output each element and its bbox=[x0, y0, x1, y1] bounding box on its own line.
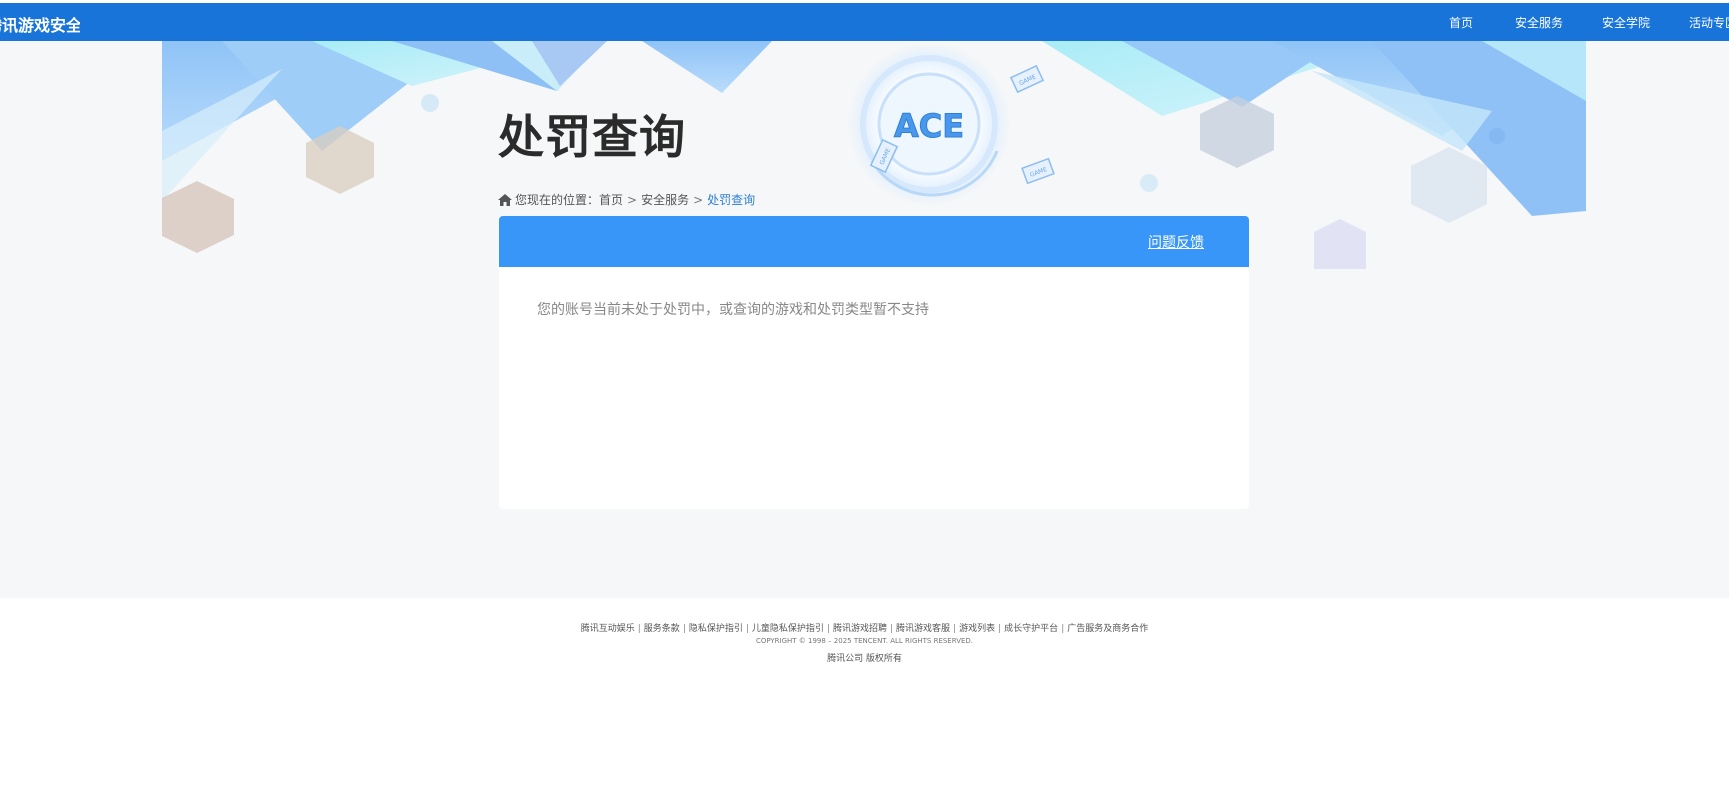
nav-item-security-academy[interactable]: 安全学院 bbox=[1602, 14, 1650, 31]
nav-item-events-clip: 活动专区 bbox=[1680, 3, 1729, 41]
footer-owner: 腾讯公司 版权所有 bbox=[827, 654, 902, 664]
nav-item-security-services[interactable]: 安全服务 bbox=[1515, 14, 1563, 31]
nav-item-home[interactable]: 首页 bbox=[1449, 14, 1473, 31]
footer-link-terms[interactable]: 服务条款 bbox=[644, 624, 680, 634]
hex-avatar-right-a bbox=[1200, 96, 1274, 168]
footer-divider: | bbox=[637, 624, 641, 634]
footer-link-child-privacy[interactable]: 儿童隐私保护指引 bbox=[752, 624, 824, 634]
left-triangle-g bbox=[642, 41, 772, 93]
result-panel-header: 问题反馈 bbox=[499, 216, 1249, 267]
footer-link-privacy[interactable]: 隐私保护指引 bbox=[689, 624, 743, 634]
ace-logo-text: ACE bbox=[894, 107, 964, 145]
hex-avatar-left-b bbox=[162, 181, 234, 253]
footer-copyright: COPYRIGHT © 1998 – 2025 TENCENT. ALL RIG… bbox=[755, 637, 974, 645]
game-badge-right: GAME bbox=[1021, 157, 1055, 185]
breadcrumb-home[interactable]: 首页 bbox=[599, 191, 623, 208]
footer-link-customer-service[interactable]: 腾讯游戏客服 bbox=[896, 624, 950, 634]
hero-dot bbox=[421, 94, 439, 112]
hex-avatar-right-c bbox=[1314, 219, 1366, 269]
breadcrumb-security-services[interactable]: 安全服务 bbox=[641, 191, 689, 208]
game-badge-top: GAME bbox=[1009, 64, 1045, 94]
footer-divider: | bbox=[953, 624, 957, 634]
brand-logo[interactable]: 腾讯游戏安全 bbox=[0, 3, 80, 41]
top-nav-bar: 腾讯游戏安全 首页 安全服务 安全学院 活动专区 bbox=[0, 3, 1729, 41]
footer-link-careers[interactable]: 腾讯游戏招聘 bbox=[833, 624, 887, 634]
footer-links: 腾讯互动娱乐 | 服务条款 | 隐私保护指引 | 儿童隐私保护指引 | 腾讯游戏招聘 | 腾讯游戏客… bbox=[0, 621, 1729, 634]
hex-avatar-right-b bbox=[1411, 147, 1487, 223]
breadcrumb-separator: > bbox=[693, 192, 704, 207]
footer-link-ads-business[interactable]: 广告服务及商务合作 bbox=[1067, 624, 1148, 634]
footer-link-growth-guard[interactable]: 成长守护平台 bbox=[1004, 624, 1058, 634]
footer-divider: | bbox=[890, 624, 894, 634]
nav-item-events[interactable]: 活动专区 bbox=[1689, 14, 1729, 31]
footer-divider: | bbox=[682, 624, 686, 634]
footer-link-game-list[interactable]: 游戏列表 bbox=[959, 624, 995, 634]
feedback-link[interactable]: 问题反馈 bbox=[1148, 232, 1204, 252]
result-panel: 问题反馈 您的账号当前未处于处罚中，或查询的游戏和处罚类型暂不支持 bbox=[499, 216, 1249, 509]
footer-divider: | bbox=[998, 624, 1002, 634]
result-message: 您的账号当前未处于处罚中，或查询的游戏和处罚类型暂不支持 bbox=[537, 302, 929, 318]
breadcrumb: 您现在的位置： 首页 > 安全服务 > 处罚查询 bbox=[498, 191, 755, 208]
footer-divider: | bbox=[826, 624, 830, 634]
hero-dot bbox=[1140, 174, 1158, 192]
hero-dot bbox=[1489, 128, 1505, 144]
footer-divider: | bbox=[1061, 624, 1065, 634]
home-icon bbox=[498, 193, 512, 206]
breadcrumb-prefix: 您现在的位置： bbox=[515, 193, 600, 207]
breadcrumb-current: 处罚查询 bbox=[707, 193, 756, 207]
main-stage: ACE GAME GAME GAME 处罚查询 您现在的位置： 首页 > 安全服… bbox=[0, 41, 1729, 598]
page-title: 处罚查询 bbox=[498, 110, 686, 164]
brand-name: 腾讯游戏安全 bbox=[0, 16, 80, 35]
footer-link-tencent-ieg[interactable]: 腾讯互动娱乐 bbox=[581, 624, 635, 634]
footer-divider: | bbox=[745, 624, 749, 634]
breadcrumb-separator: > bbox=[627, 192, 638, 207]
